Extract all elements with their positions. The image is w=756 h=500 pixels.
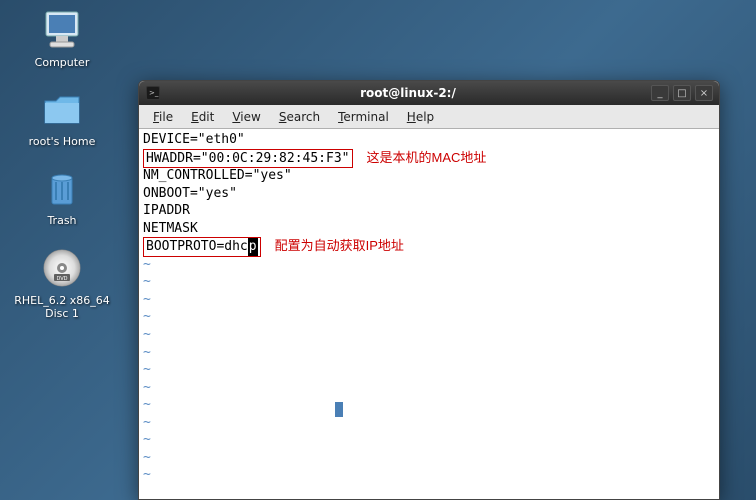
menu-terminal[interactable]: Terminal — [330, 108, 397, 126]
menu-label: erminal — [343, 110, 388, 124]
menu-label: iew — [240, 110, 261, 124]
desktop-icon-label: Trash — [47, 214, 76, 227]
menu-file[interactable]: File — [145, 108, 181, 126]
vim-tilde: ~ — [143, 379, 715, 397]
svg-text:>_: >_ — [149, 89, 159, 97]
vim-tilde: ~ — [143, 308, 715, 326]
annotation-mac: 这是本机的MAC地址 — [367, 150, 487, 165]
titlebar[interactable]: >_ root@linux-2:/ _ □ × — [139, 81, 719, 105]
desktop-icon-label: RHEL_6.2 x86_64 Disc 1 — [14, 294, 110, 320]
vim-tilde: ~ — [143, 466, 715, 484]
maximize-button[interactable]: □ — [673, 85, 691, 101]
menu-help[interactable]: Help — [399, 108, 442, 126]
desktop-icon-dvd[interactable]: DVD RHEL_6.2 x86_64 Disc 1 — [12, 246, 112, 320]
text-cursor: p — [248, 238, 258, 256]
vim-tilde: ~ — [143, 449, 715, 467]
config-line: NM_CONTROLLED="yes" — [143, 167, 715, 185]
config-line: DEVICE="eth0" — [143, 131, 715, 149]
config-line: BOOTPROTO=dhcp 配置为自动获取IP地址 — [143, 237, 715, 256]
svg-text:DVD: DVD — [56, 276, 67, 282]
terminal-icon: >_ — [145, 85, 161, 101]
menu-search[interactable]: Search — [271, 108, 328, 126]
config-line: ONBOOT="yes" — [143, 185, 715, 203]
menu-edit[interactable]: Edit — [183, 108, 222, 126]
home-folder-icon — [40, 87, 84, 131]
config-line: HWADDR="00:0C:29:82:45:F3" 这是本机的MAC地址 — [143, 149, 715, 168]
dvd-icon: DVD — [40, 246, 84, 290]
config-line: IPADDR — [143, 202, 715, 220]
vim-tilde: ~ — [143, 326, 715, 344]
desktop-icon-computer[interactable]: Computer — [12, 8, 112, 69]
desktop-icons: Computer root's Home Trash — [12, 8, 112, 320]
vim-tilde: ~ — [143, 291, 715, 309]
window-title: root@linux-2:/ — [165, 86, 651, 100]
menubar: File Edit View Search Terminal Help — [139, 105, 719, 129]
menu-label: ile — [159, 110, 173, 124]
trash-icon — [40, 166, 84, 210]
highlighted-hwaddr: HWADDR="00:0C:29:82:45:F3" — [143, 149, 353, 169]
minimize-button[interactable]: _ — [651, 85, 669, 101]
vim-tilde: ~ — [143, 273, 715, 291]
menu-view[interactable]: View — [224, 108, 268, 126]
vim-tilde: ~ — [143, 256, 715, 274]
menu-label: dit — [199, 110, 215, 124]
terminal-window: >_ root@linux-2:/ _ □ × File Edit View S… — [138, 80, 720, 500]
desktop-icon-trash[interactable]: Trash — [12, 166, 112, 227]
window-controls: _ □ × — [651, 85, 713, 101]
vim-tilde: ~ — [143, 414, 715, 432]
menu-label: earch — [286, 110, 320, 124]
close-button[interactable]: × — [695, 85, 713, 101]
desktop-icon-label: root's Home — [29, 135, 96, 148]
vim-tilde: ~ — [143, 361, 715, 379]
computer-icon — [40, 8, 84, 52]
annotation-dhcp: 配置为自动获取IP地址 — [275, 238, 404, 253]
vim-tilde: ~ — [143, 431, 715, 449]
menu-label: elp — [416, 110, 434, 124]
vim-tilde: ~ — [143, 344, 715, 362]
desktop-icon-label: Computer — [35, 56, 90, 69]
editor-cursor — [335, 402, 343, 417]
vim-tilde: ~ — [143, 396, 715, 414]
config-line: NETMASK — [143, 220, 715, 238]
terminal-content[interactable]: DEVICE="eth0" HWADDR="00:0C:29:82:45:F3"… — [139, 129, 719, 499]
highlighted-bootproto: BOOTPROTO=dhcp — [143, 237, 261, 257]
desktop-icon-home[interactable]: root's Home — [12, 87, 112, 148]
